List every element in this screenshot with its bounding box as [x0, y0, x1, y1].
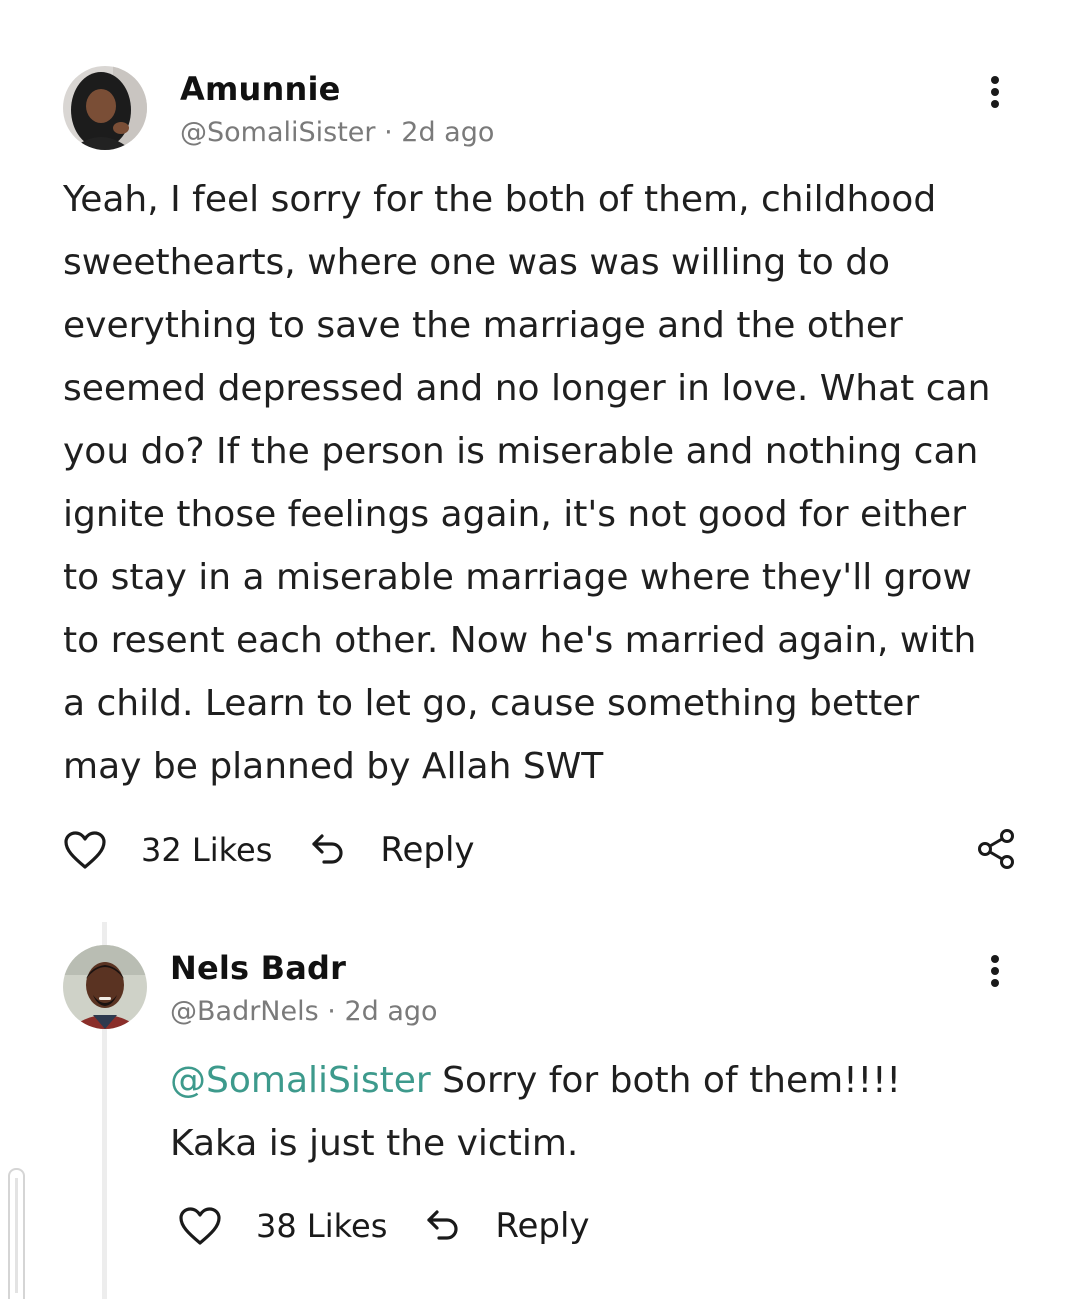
reply-time: · 2d ago — [327, 996, 438, 1027]
comment-author-name[interactable]: Amunnie — [180, 70, 341, 108]
reply-arrow-icon — [312, 834, 343, 864]
reply-meta: @BadrNels · 2d ago — [170, 996, 438, 1027]
reply-likes-count: 38 Likes — [256, 1207, 388, 1245]
comment-line: to stay in a miserable marriage where th… — [63, 557, 972, 598]
comment-line: to resent each other. Now he's married a… — [63, 620, 977, 661]
more-vertical-icon — [991, 76, 999, 84]
comment-line: Yeah, I feel sorry for the both of them,… — [63, 179, 937, 220]
mention-link[interactable]: @SomaliSister — [170, 1060, 431, 1101]
comment-line: a child. Learn to let go, cause somethin… — [63, 683, 920, 724]
heart-icon — [64, 831, 106, 869]
reply-more-options-button[interactable] — [980, 951, 1010, 991]
comment-likes-count: 32 Likes — [141, 831, 273, 869]
comment-line: ignite those feelings again, it's not go… — [63, 494, 966, 535]
reply-line: @SomaliSister Sorry for both of them!!!! — [170, 1049, 901, 1112]
reply-author-name[interactable]: Nels Badr — [170, 949, 346, 987]
share-icon — [978, 829, 1014, 869]
comment-meta: @SomaliSister · 2d ago — [180, 117, 494, 148]
like-button[interactable] — [63, 830, 107, 870]
avatar-amunnie[interactable] — [63, 66, 147, 150]
comment-line: sweethearts, where one was was willing t… — [63, 242, 891, 283]
reply-body: @SomaliSister Sorry for both of them!!!!… — [170, 1049, 901, 1175]
comment-thread: Amunnie @SomaliSister · 2d ago Yeah, I f… — [0, 0, 1080, 1299]
reply-actions: 38 Likes Reply — [178, 1201, 590, 1251]
comment-line: seemed depressed and no longer in love. … — [63, 368, 991, 409]
like-button[interactable] — [178, 1206, 222, 1246]
more-vertical-icon — [991, 955, 999, 963]
reply-author-handle[interactable]: @BadrNels — [170, 996, 319, 1027]
comment-line: you do? If the person is miserable and n… — [63, 431, 979, 472]
reply-line: Kaka is just the victim. — [170, 1123, 579, 1164]
heart-icon — [179, 1207, 221, 1245]
comment-author-handle[interactable]: @SomaliSister — [180, 117, 376, 148]
reply-label[interactable]: Reply — [495, 1206, 589, 1246]
reply-text: Sorry for both of them!!!! — [430, 1060, 901, 1101]
reply-arrow-icon — [427, 1210, 458, 1240]
comment-line: everything to save the marriage and the … — [63, 305, 903, 346]
reply-button[interactable] — [425, 1208, 461, 1244]
comment-actions: 32 Likes Reply — [63, 825, 475, 875]
comment-more-options-button[interactable] — [980, 72, 1010, 112]
reply-label[interactable]: Reply — [380, 830, 474, 870]
share-button[interactable] — [976, 828, 1016, 874]
scroll-handle[interactable] — [8, 1168, 25, 1299]
comment-body: Yeah, I feel sorry for the both of them,… — [63, 168, 990, 798]
comment-line: may be planned by Allah SWT — [63, 746, 604, 787]
avatar-nels-badr[interactable] — [63, 945, 147, 1029]
comment-time: · 2d ago — [384, 117, 495, 148]
reply-button[interactable] — [310, 832, 346, 868]
